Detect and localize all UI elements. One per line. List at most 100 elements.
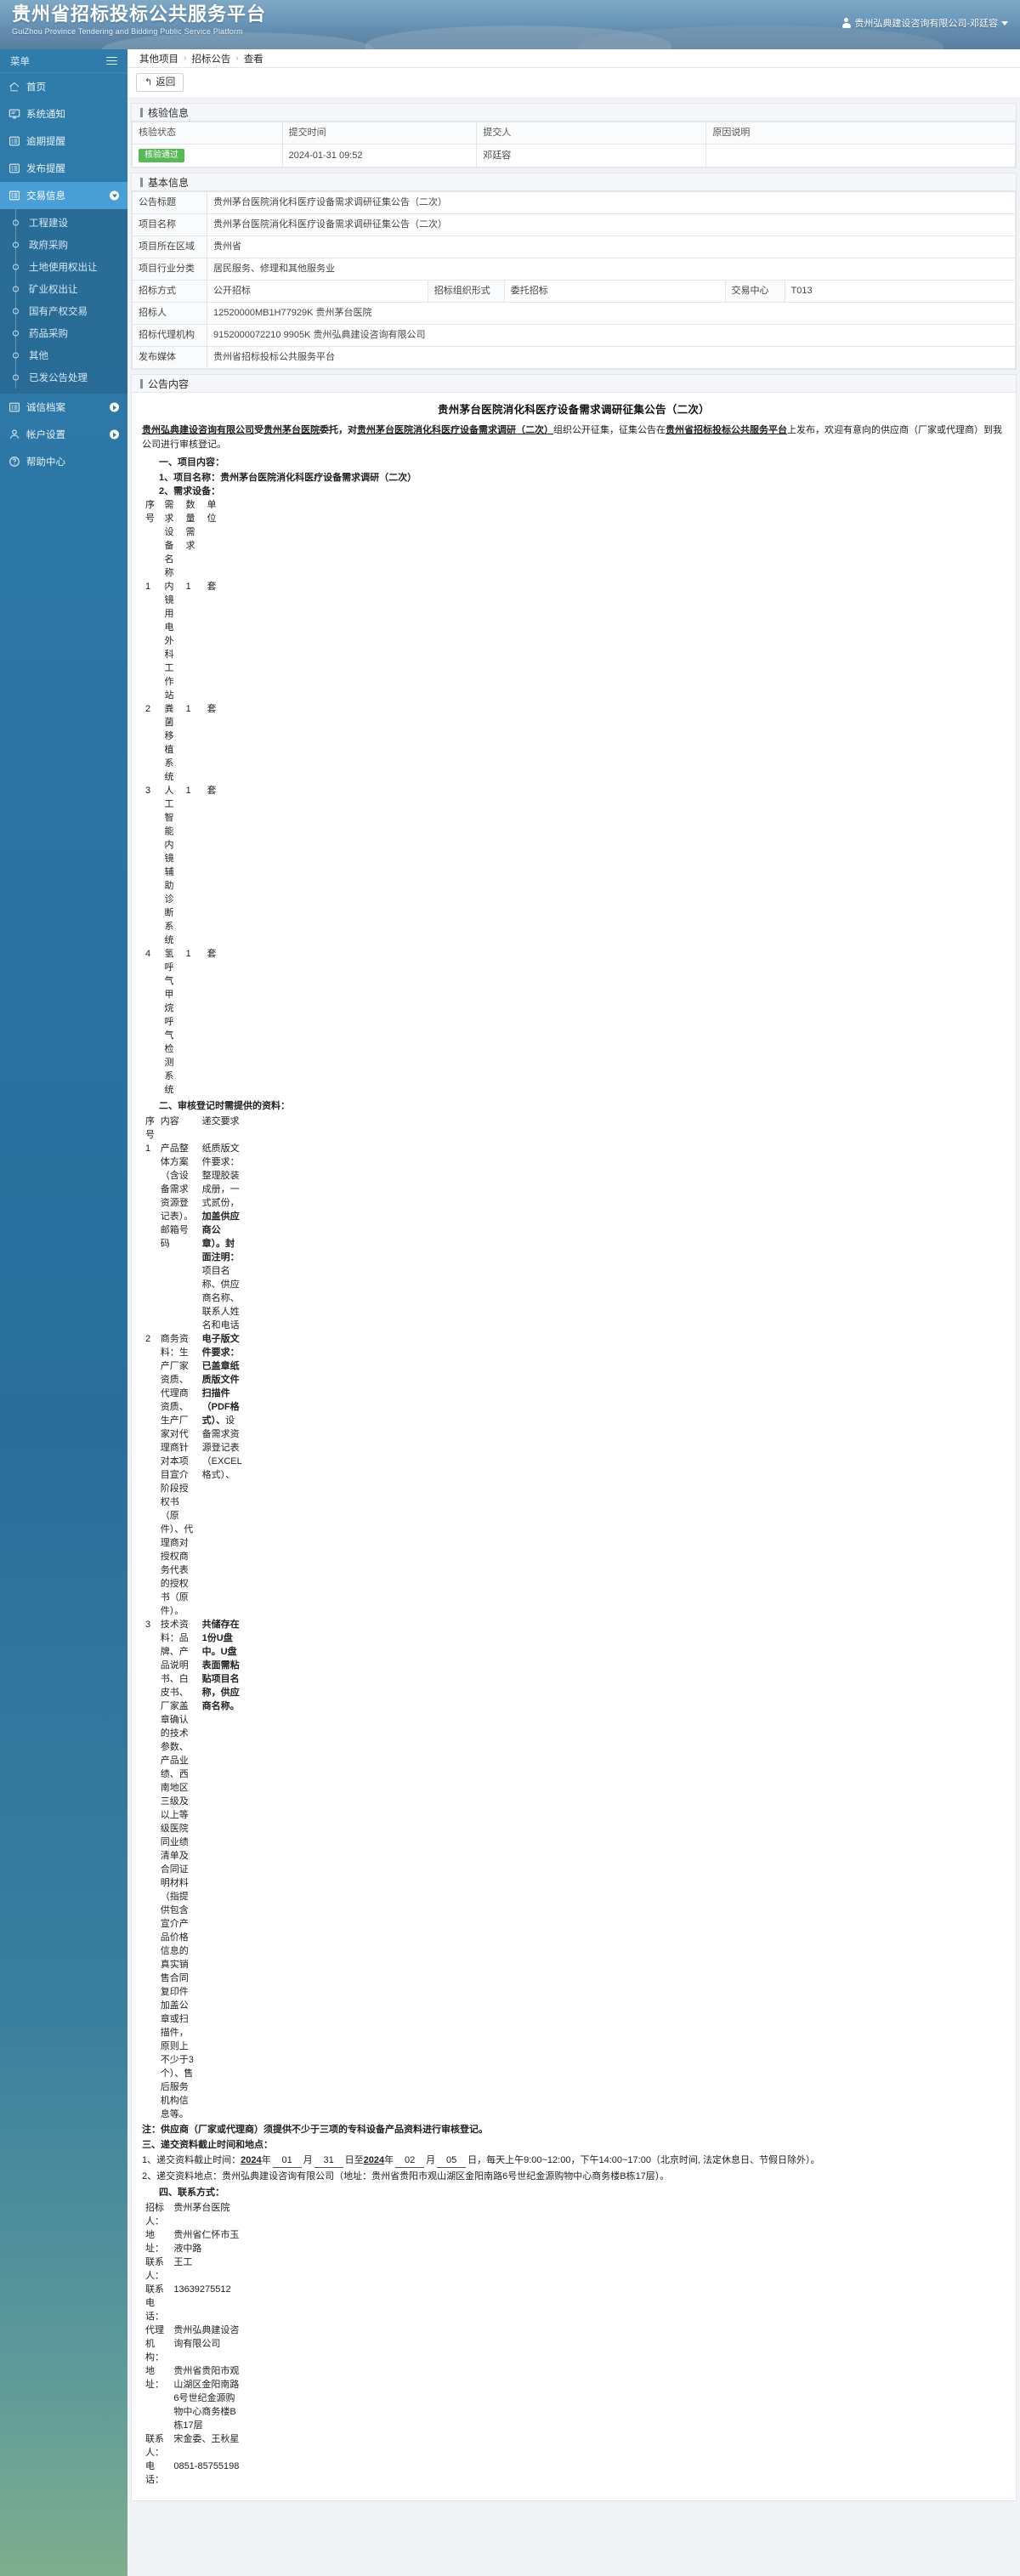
breadcrumb-item-other-projects[interactable]: 其他项目 (139, 52, 178, 65)
cell-equipment-name: 氢呼气甲烷呼气检测系统 (164, 949, 174, 1095)
value-bid-method: 公开招标 (207, 280, 428, 303)
value-media: 贵州省招标投标公共服务平台 (207, 346, 1016, 369)
sidebar-subitem-published-notices[interactable]: 已发公告处理 (0, 366, 128, 389)
cell-status: 核验通过 (132, 144, 283, 167)
cell-submitter: 邓廷容 (476, 144, 707, 167)
table-row: 招标人 12520000MB1H77929K 贵州茅台医院 (132, 302, 1016, 325)
panel-heading-text: 基本信息 (148, 176, 190, 189)
req-part-a: 纸质版文件要求：整理胶装成册，一式贰份， (201, 1143, 240, 1208)
value-notice-title: 贵州茅台医院消化科医疗设备需求调研征集公告（二次） (207, 191, 1016, 214)
sidebar-item-label: 发布提醒 (26, 164, 65, 174)
cell-unit: 套 (207, 949, 217, 959)
label-center: 交易中心 (724, 280, 785, 303)
notice-lead-paragraph: 贵州弘典建设咨询有限公司受贵州茅台医院委托，对贵州茅台医院消化科医疗设备需求调研… (142, 423, 1006, 452)
sidebar-subitem-label: 工程建设 (29, 218, 68, 229)
list-icon (8, 401, 20, 413)
table-row: 项目所在区域 贵州省 (132, 235, 1016, 258)
breadcrumb-item-view[interactable]: 查看 (244, 52, 264, 65)
sidebar-subitem-government-procurement[interactable]: 政府采购 (0, 234, 128, 256)
deadline-hours: 每天上午9:00~12:00，下午14:00~17:00（北京时间, 法定休息日… (486, 2155, 820, 2165)
sidebar-item-overdue-reminder[interactable]: 逾期提醒 (0, 128, 128, 155)
sidebar-item-publish-reminder[interactable]: 发布提醒 (0, 155, 128, 182)
label-notice-title: 公告标题 (132, 191, 207, 214)
breadcrumb-separator: › (184, 54, 187, 63)
cell-quantity: 1 (185, 786, 191, 796)
user-menu[interactable]: 贵州弘典建设咨询有限公司-邓廷容 (842, 16, 1008, 30)
sidebar-subitem-other[interactable]: 其他 (0, 344, 128, 366)
toolbar: ↰ 返回 (128, 68, 1020, 99)
breadcrumb-item-tender-notice[interactable]: 招标公告 (191, 52, 230, 65)
contact-value: 王工 (173, 2257, 193, 2267)
contact-value: 贵州省仁怀市玉液中路 (173, 2230, 240, 2254)
sidebar-item-account-settings[interactable]: 帐户设置 (0, 421, 128, 448)
verify-info-table: 核验状态 提交时间 提交人 原因说明 核验通过 2024-01-31 09:52… (132, 122, 1016, 167)
sidebar-item-system-notice[interactable]: 系统通知 (0, 100, 128, 128)
cell-no: 2 (145, 1334, 151, 1344)
table-row: 代理机构： 贵州弘典建设咨询有限公司 (142, 2324, 244, 2364)
cell-requirement: 电子版文件要求：已盖章纸质版文件扫描件（PDF格式）、设备需求资源登记表（EXC… (199, 1332, 244, 1618)
label-agency: 招标代理机构 (132, 324, 207, 347)
table-row: 4 氢呼气甲烷呼气检测系统 1 套 (142, 947, 227, 1097)
cell-unit: 套 (207, 704, 217, 714)
unit-year: 年 (384, 2155, 394, 2165)
contact-label: 联系人： (145, 2257, 164, 2281)
contact-label: 地址： (145, 2366, 164, 2390)
table-row: 1 产品整体方案（含设备需求资源登记表）。邮箱号码 纸质版文件要求：整理胶装成册… (142, 1142, 244, 1332)
cell-equipment-name: 人工智能内镜辅助诊断系统 (164, 786, 174, 945)
cell-content: 商务资料：生产厂家资质、代理商资质、生产厂家对代理商针对本项目宣介阶段授权书（原… (160, 1334, 194, 1616)
breadcrumb-separator: › (235, 54, 239, 63)
deadline-day-start: 31 (314, 2153, 343, 2168)
question-icon (8, 456, 20, 468)
contact-label: 联系电话： (145, 2284, 164, 2322)
table-row: 公告标题 贵州茅台医院消化科医疗设备需求调研征集公告（二次） (132, 191, 1016, 214)
equipment-demand-table: 序号 需求设备名称 数量需求 单位 1 内镜用电外科工作站 1 套 2 粪菌移植… (142, 498, 227, 1097)
section-1-title: 一、项目内容： (159, 457, 224, 468)
sidebar-item-credit-archive[interactable]: 诚信档案 (0, 394, 128, 421)
sidebar-subitem-label: 已发公告处理 (29, 373, 88, 383)
sidebar-item-transaction-info[interactable]: 交易信息 (0, 182, 128, 209)
deadline-year-end: 2024 (363, 2155, 385, 2165)
sidebar-subitem-state-property[interactable]: 国有产权交易 (0, 300, 128, 322)
chevron-down-icon (110, 190, 119, 201)
sidebar-item-label: 交易信息 (26, 191, 65, 201)
contact-value: 宋金委、王秋星 (173, 2434, 240, 2444)
table-row: 2 商务资料：生产厂家资质、代理商资质、生产厂家对代理商针对本项目宣介阶段授权书… (142, 1332, 244, 1618)
section-3-title: 三、递交资料截止时间和地点： (142, 2140, 273, 2150)
panel-heading-text: 核验信息 (148, 106, 190, 119)
sidebar-subitem-drug-procurement[interactable]: 药品采购 (0, 322, 128, 344)
col-unit: 单位 (207, 500, 217, 524)
table-header-row: 序号 内容 递交要求 (142, 1115, 244, 1142)
contact-value: 13639275512 (173, 2284, 231, 2295)
hamburger-icon[interactable] (106, 54, 117, 67)
table-row: 联系人： 王工 (142, 2255, 244, 2283)
cell-submit-time: 2024-01-31 09:52 (281, 144, 478, 167)
required-documents-table: 序号 内容 递交要求 1 产品整体方案（含设备需求资源登记表）。邮箱号码 纸质版… (142, 1115, 244, 2121)
cell-no: 1 (145, 1143, 151, 1154)
lead-text: 组织公开征集，征集公告在 (553, 425, 666, 435)
sidebar-subitem-land-use-rights[interactable]: 土地使用权出让 (0, 256, 128, 278)
deadline-month-start: 01 (272, 2153, 302, 2168)
back-button[interactable]: ↰ 返回 (136, 73, 184, 92)
table-row: 联系电话： 13639275512 (142, 2283, 244, 2324)
section-1-line-2: 2、需求设备： (159, 486, 221, 496)
basic-info-panel: 基本信息 公告标题 贵州茅台医院消化科医疗设备需求调研征集公告（二次） 项目名称… (131, 173, 1017, 370)
label-industry: 项目行业分类 (132, 258, 207, 281)
value-org-form: 委托招标 (503, 280, 726, 303)
contact-value: 0851-85755198 (173, 2461, 240, 2471)
home-icon (8, 81, 20, 93)
col-submit-time: 提交时间 (281, 122, 478, 145)
sidebar: 菜单 首页 系统通知 逾期提醒 发布提醒 交易信息 工程建设 政府采购 土地使用… (0, 49, 128, 2576)
sidebar-item-home[interactable]: 首页 (0, 73, 128, 100)
sidebar-item-label: 首页 (26, 82, 46, 93)
sidebar-item-help-center[interactable]: 帮助中心 (0, 448, 128, 475)
basic-info-title: 基本信息 (132, 173, 1016, 191)
sidebar-subitem-mining-rights[interactable]: 矿业权出让 (0, 278, 128, 300)
sidebar-item-label: 逾期提醒 (26, 137, 65, 147)
user-icon (842, 18, 851, 28)
sidebar-subitem-engineering[interactable]: 工程建设 (0, 212, 128, 234)
verify-info-panel: 核验信息 核验状态 提交时间 提交人 原因说明 核验通过 2024-01-31 … (131, 103, 1017, 168)
table-row: 项目名称 贵州茅台医院消化科医疗设备需求调研征集公告（二次） (132, 213, 1016, 236)
contact-label: 联系人： (145, 2434, 164, 2458)
table-header-row: 序号 需求设备名称 数量需求 单位 (142, 498, 227, 580)
sidebar-subitem-label: 国有产权交易 (29, 307, 88, 317)
